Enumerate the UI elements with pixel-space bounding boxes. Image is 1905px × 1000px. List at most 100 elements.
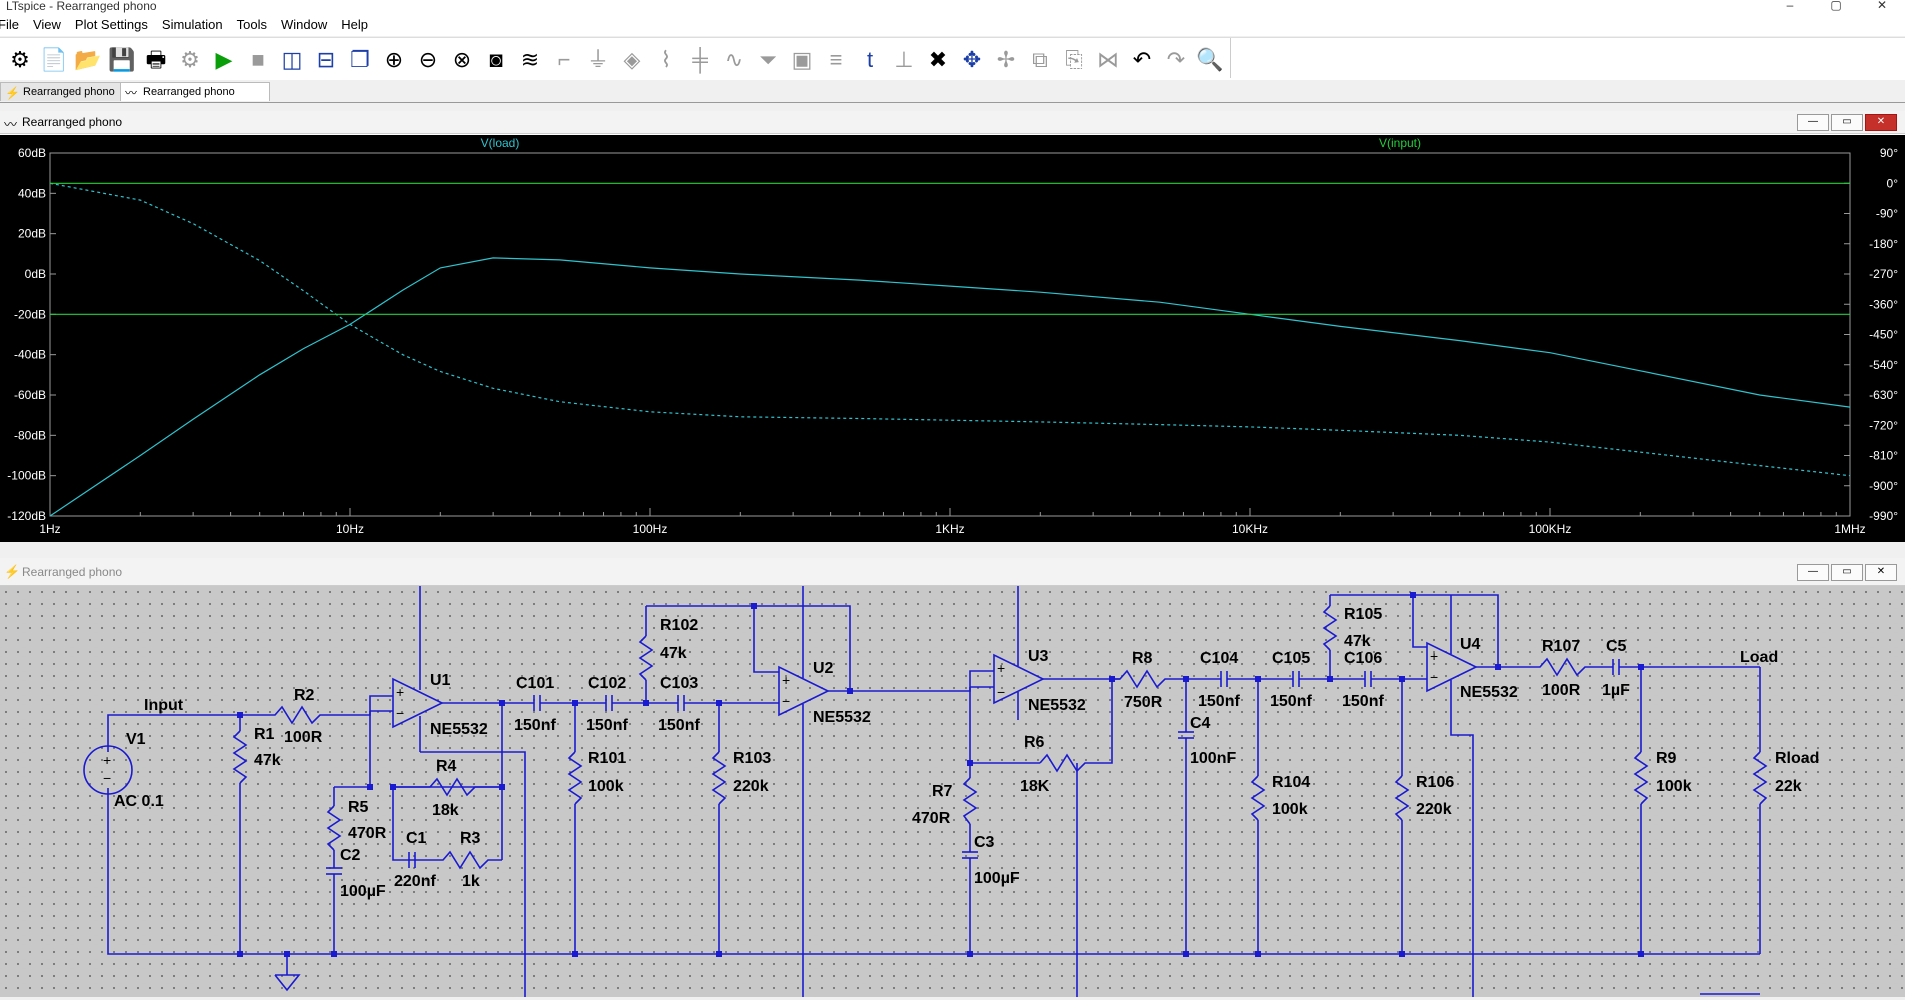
save-icon[interactable]: 💾 bbox=[108, 46, 136, 74]
svg-text:−: − bbox=[103, 770, 111, 786]
paste-icon[interactable]: ⎘ bbox=[1060, 46, 1088, 74]
x-tick-label: 10KHz bbox=[1232, 522, 1268, 536]
r107-label: R107 bbox=[1542, 638, 1580, 655]
ground-icon[interactable]: ⏚ bbox=[584, 46, 612, 74]
component-icon[interactable]: ▣ bbox=[788, 46, 816, 74]
tab-schematic[interactable]: ⚡ Rearranged phono bbox=[0, 82, 123, 101]
y-right-tick-label: 90° bbox=[1880, 146, 1898, 160]
r2-label: R2 bbox=[294, 687, 315, 704]
net-icon[interactable]: ≡ bbox=[822, 46, 850, 74]
resistor-icon[interactable]: ⌇ bbox=[652, 46, 680, 74]
waveform-icon[interactable]: ≋ bbox=[516, 46, 544, 74]
u1-label: U1 bbox=[430, 672, 451, 689]
tile-horizontal-icon[interactable]: ⊟ bbox=[312, 46, 340, 74]
tile-vertical-icon[interactable]: ◫ bbox=[278, 46, 306, 74]
r7-label: R7 bbox=[932, 783, 953, 800]
schematic-restore-button[interactable]: ▭ bbox=[1831, 564, 1863, 581]
menu-tools[interactable]: Tools bbox=[230, 14, 274, 36]
autorange-icon[interactable]: ◙ bbox=[482, 46, 510, 74]
c4-value: 100nF bbox=[1190, 750, 1236, 767]
copy-icon[interactable]: ⧉ bbox=[1026, 46, 1054, 74]
y-left-tick-label: -20dB bbox=[14, 307, 46, 321]
r106-value: 220k bbox=[1416, 801, 1452, 818]
x-tick-label: 1KHz bbox=[935, 522, 964, 536]
open-schematic-icon[interactable]: 📄 bbox=[40, 46, 68, 74]
trace-0 bbox=[49, 257, 1851, 517]
menu-file[interactable]: File bbox=[0, 14, 26, 36]
plot-minimize-button[interactable]: — bbox=[1797, 114, 1829, 131]
c102-value: 150nf bbox=[586, 717, 628, 734]
schematic-drawing[interactable]: Input Load V1 AC 0.1 R1 47k R2 100R U1 N… bbox=[0, 586, 1905, 997]
label-icon[interactable]: ◈ bbox=[618, 46, 646, 74]
zoom-fit-icon[interactable]: ⊗ bbox=[448, 46, 476, 74]
r6-value: 18K bbox=[1020, 778, 1050, 795]
plot-window-titlebar: 〰 Rearranged phono — ▭ ✕ bbox=[0, 111, 1905, 134]
menu-help[interactable]: Help bbox=[334, 14, 375, 36]
close-button[interactable]: ✕ bbox=[1859, 0, 1905, 14]
print-icon[interactable]: 🖶 bbox=[142, 46, 170, 74]
schematic-canvas[interactable]: Input Load V1 AC 0.1 R1 47k R2 100R U1 N… bbox=[0, 586, 1905, 997]
y-left-tick-label: -40dB bbox=[14, 348, 46, 362]
plot-canvas[interactable]: 1Hz 10Hz 100Hz 1KHz 10KHz 100KHz 1MHz 60dB 40dB 2… bbox=[0, 135, 1905, 542]
halt-icon[interactable]: ■ bbox=[244, 46, 272, 74]
y-left-tick-label: -80dB bbox=[14, 428, 46, 442]
v1-label: V1 bbox=[126, 731, 146, 748]
menu-plot-settings[interactable]: Plot Settings bbox=[68, 14, 155, 36]
cascade-icon[interactable]: ❐ bbox=[346, 46, 374, 74]
r104-label: R104 bbox=[1272, 774, 1310, 791]
gear-grey-icon[interactable]: ⚙ bbox=[176, 46, 204, 74]
schematic-close-button[interactable]: ✕ bbox=[1865, 564, 1897, 581]
tab-label: Rearranged phono bbox=[23, 86, 115, 98]
schematic-minimize-button[interactable]: — bbox=[1797, 564, 1829, 581]
toolbar-separator bbox=[1230, 38, 1231, 78]
mirror-icon[interactable]: ⋈ bbox=[1094, 46, 1122, 74]
capacitor-icon[interactable]: ╪ bbox=[686, 46, 714, 74]
plot-restore-button[interactable]: ▭ bbox=[1831, 114, 1863, 131]
diode-icon[interactable]: ⏷ bbox=[754, 46, 782, 74]
delete-icon[interactable]: ✖ bbox=[924, 46, 952, 74]
v1-value: AC 0.1 bbox=[114, 793, 164, 810]
svg-text:−: − bbox=[1430, 669, 1438, 685]
svg-text:−: − bbox=[396, 705, 404, 721]
spice-directive-icon[interactable]: ⊥ bbox=[890, 46, 918, 74]
title-bar: LTspice - Rearranged phono – ▢ ✕ bbox=[0, 0, 1905, 14]
minimize-button[interactable]: – bbox=[1767, 0, 1813, 14]
c105-value: 150nf bbox=[1270, 693, 1312, 710]
y-right-tick-label: -360° bbox=[1869, 297, 1898, 311]
redo-icon[interactable]: ↷ bbox=[1162, 46, 1190, 74]
open-file-icon[interactable]: 📂 bbox=[74, 46, 102, 74]
x-tick-label: 1Hz bbox=[39, 522, 60, 536]
c4-label: C4 bbox=[1190, 715, 1211, 732]
y-right-tick-label: -720° bbox=[1869, 418, 1898, 432]
plot-close-button[interactable]: ✕ bbox=[1865, 114, 1897, 131]
r101-label: R101 bbox=[588, 750, 626, 767]
menu-simulation[interactable]: Simulation bbox=[155, 14, 230, 36]
menu-view[interactable]: View bbox=[26, 14, 68, 36]
y-right-tick-label: -180° bbox=[1869, 237, 1898, 251]
schematic-wires bbox=[83, 586, 1768, 997]
r106-label: R106 bbox=[1416, 774, 1454, 791]
r9-label: R9 bbox=[1656, 750, 1677, 767]
u4-label: U4 bbox=[1460, 636, 1481, 653]
run-icon[interactable]: ▶ bbox=[210, 46, 238, 74]
move-icon[interactable]: ✥ bbox=[958, 46, 986, 74]
x-tick-label: 1MHz bbox=[1834, 522, 1865, 536]
r6-label: R6 bbox=[1024, 734, 1045, 751]
settings-icon[interactable]: ⚙ bbox=[6, 46, 34, 74]
c1-label: C1 bbox=[406, 830, 427, 847]
tab-waveform[interactable]: 〰 Rearranged phono bbox=[120, 82, 270, 101]
plot-window-title: Rearranged phono bbox=[22, 115, 123, 129]
menu-window[interactable]: Window bbox=[274, 14, 334, 36]
zoom-in-icon[interactable]: ⊕ bbox=[380, 46, 408, 74]
zoom-out-icon[interactable]: ⊖ bbox=[414, 46, 442, 74]
waveform-plot[interactable]: 1Hz 10Hz 100Hz 1KHz 10KHz 100KHz 1MHz 60dB 40dB 2… bbox=[0, 135, 1905, 542]
drag-icon[interactable]: ✢ bbox=[992, 46, 1020, 74]
inductor-icon[interactable]: ∿ bbox=[720, 46, 748, 74]
wire-icon[interactable]: ⌐ bbox=[550, 46, 578, 74]
y-left-tick-label: 60dB bbox=[18, 146, 46, 160]
find-icon[interactable]: 🔍 bbox=[1196, 46, 1224, 74]
maximize-button[interactable]: ▢ bbox=[1813, 0, 1859, 14]
y-right-tick-label: -900° bbox=[1869, 479, 1898, 493]
text-icon[interactable]: t bbox=[856, 46, 884, 74]
undo-icon[interactable]: ↶ bbox=[1128, 46, 1156, 74]
